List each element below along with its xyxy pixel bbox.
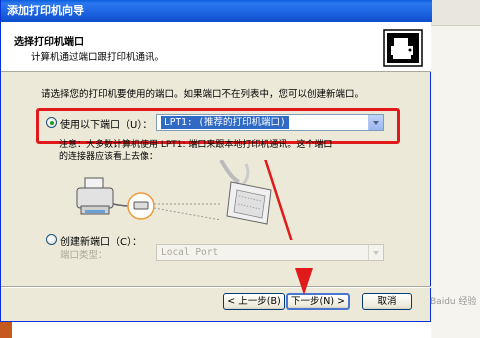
lpt-connector-illustration	[76, 160, 293, 240]
cancel-button[interactable]: 取消	[362, 293, 412, 310]
watermark: Baidu 经验	[430, 297, 477, 307]
parallel-connector-icon	[219, 160, 272, 225]
port-type-select[interactable]: Local Port	[156, 244, 384, 261]
window-title[interactable]: 添加打印机向导	[1, 0, 432, 22]
red-arrowhead-annotation	[295, 268, 313, 295]
create-port-label[interactable]: 创建新端口（C）：	[60, 233, 142, 248]
desktop-background	[431, 0, 480, 338]
printer-port-icon	[383, 29, 423, 67]
intro-text: 请选择您的打印机要使用的端口。如果端口不在列表中，您可以创建新端口。	[41, 89, 365, 100]
wizard-header: 选择打印机端口 计算机通过端口跟打印机通讯。	[1, 22, 431, 72]
printer-icon	[76, 177, 114, 215]
port-type-label: 端口类型：	[60, 250, 108, 261]
taskbar-edge	[0, 322, 12, 338]
create-port-radio[interactable]	[46, 234, 57, 245]
back-button[interactable]: < 上一步(B)	[223, 293, 285, 310]
port-note-line1: 注意：大多数计算机使用 LPT1: 端口来跟本地打印机通讯。这个端口	[59, 140, 333, 150]
header-subtitle: 计算机通过端口跟打印机通讯。	[31, 52, 165, 63]
header-title: 选择打印机端口	[14, 37, 84, 48]
button-separator	[1, 286, 431, 288]
add-printer-wizard-window: 添加打印机向导 选择打印机端口 计算机通过端口跟打印机通讯。 请选择您的打印机要…	[0, 0, 432, 322]
desktop-window-edge	[431, 0, 480, 26]
port-type-value: Local Port	[161, 247, 219, 258]
chevron-down-icon[interactable]	[368, 245, 383, 260]
